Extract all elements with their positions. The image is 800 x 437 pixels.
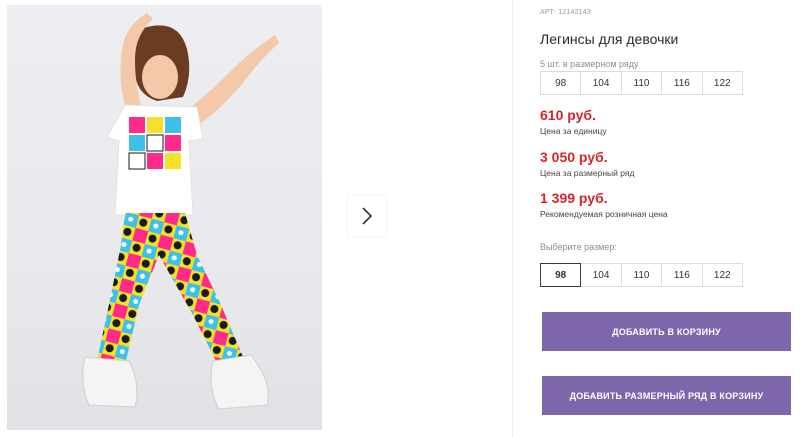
price-unit-caption: Цена за единицу bbox=[540, 126, 607, 136]
price-unit: 610 руб. bbox=[540, 107, 596, 123]
add-to-cart-button[interactable]: ДОБАВИТЬ В КОРЗИНУ bbox=[542, 312, 791, 351]
product-gallery bbox=[0, 0, 512, 437]
price-pack-caption: Цена за размерный ряд bbox=[540, 168, 635, 178]
pack-size-item: 104 bbox=[580, 71, 622, 95]
pack-size-item: 122 bbox=[701, 71, 743, 95]
choose-size-label: Выберите размер: bbox=[540, 242, 617, 252]
price-rrp: 1 399 руб. bbox=[540, 190, 608, 206]
size-option-110[interactable]: 110 bbox=[620, 263, 663, 287]
chevron-right-icon bbox=[362, 207, 373, 225]
pack-size-item: 116 bbox=[661, 71, 703, 95]
size-option-122[interactable]: 122 bbox=[701, 263, 743, 287]
product-title: Легинсы для девочки bbox=[540, 31, 679, 47]
product-photo[interactable] bbox=[7, 5, 322, 430]
pack-size-item: 110 bbox=[620, 71, 663, 95]
product-info: АРТ: 12142143 Легинсы для девочки 5 шт. … bbox=[540, 0, 800, 437]
product-sku: АРТ: 12142143 bbox=[540, 9, 591, 16]
add-pack-to-cart-button[interactable]: ДОБАВИТЬ РАЗМЕРНЫЙ РЯД В КОРЗИНУ bbox=[542, 376, 791, 415]
size-option-116[interactable]: 116 bbox=[661, 263, 703, 287]
pack-label: 5 шт. в размерном ряду bbox=[540, 59, 639, 69]
pack-sizes: 98 104 110 116 122 bbox=[540, 71, 743, 95]
price-pack: 3 050 руб. bbox=[540, 149, 608, 165]
size-option-98[interactable]: 98 bbox=[540, 263, 582, 287]
price-rrp-caption: Рекомендуемая розничная цена bbox=[540, 209, 668, 219]
size-selector: 98 104 110 116 122 bbox=[540, 263, 743, 287]
pack-size-item: 98 bbox=[540, 71, 582, 95]
panel-divider bbox=[512, 0, 513, 437]
size-option-104[interactable]: 104 bbox=[580, 263, 622, 287]
gallery-next-button[interactable] bbox=[348, 196, 386, 236]
